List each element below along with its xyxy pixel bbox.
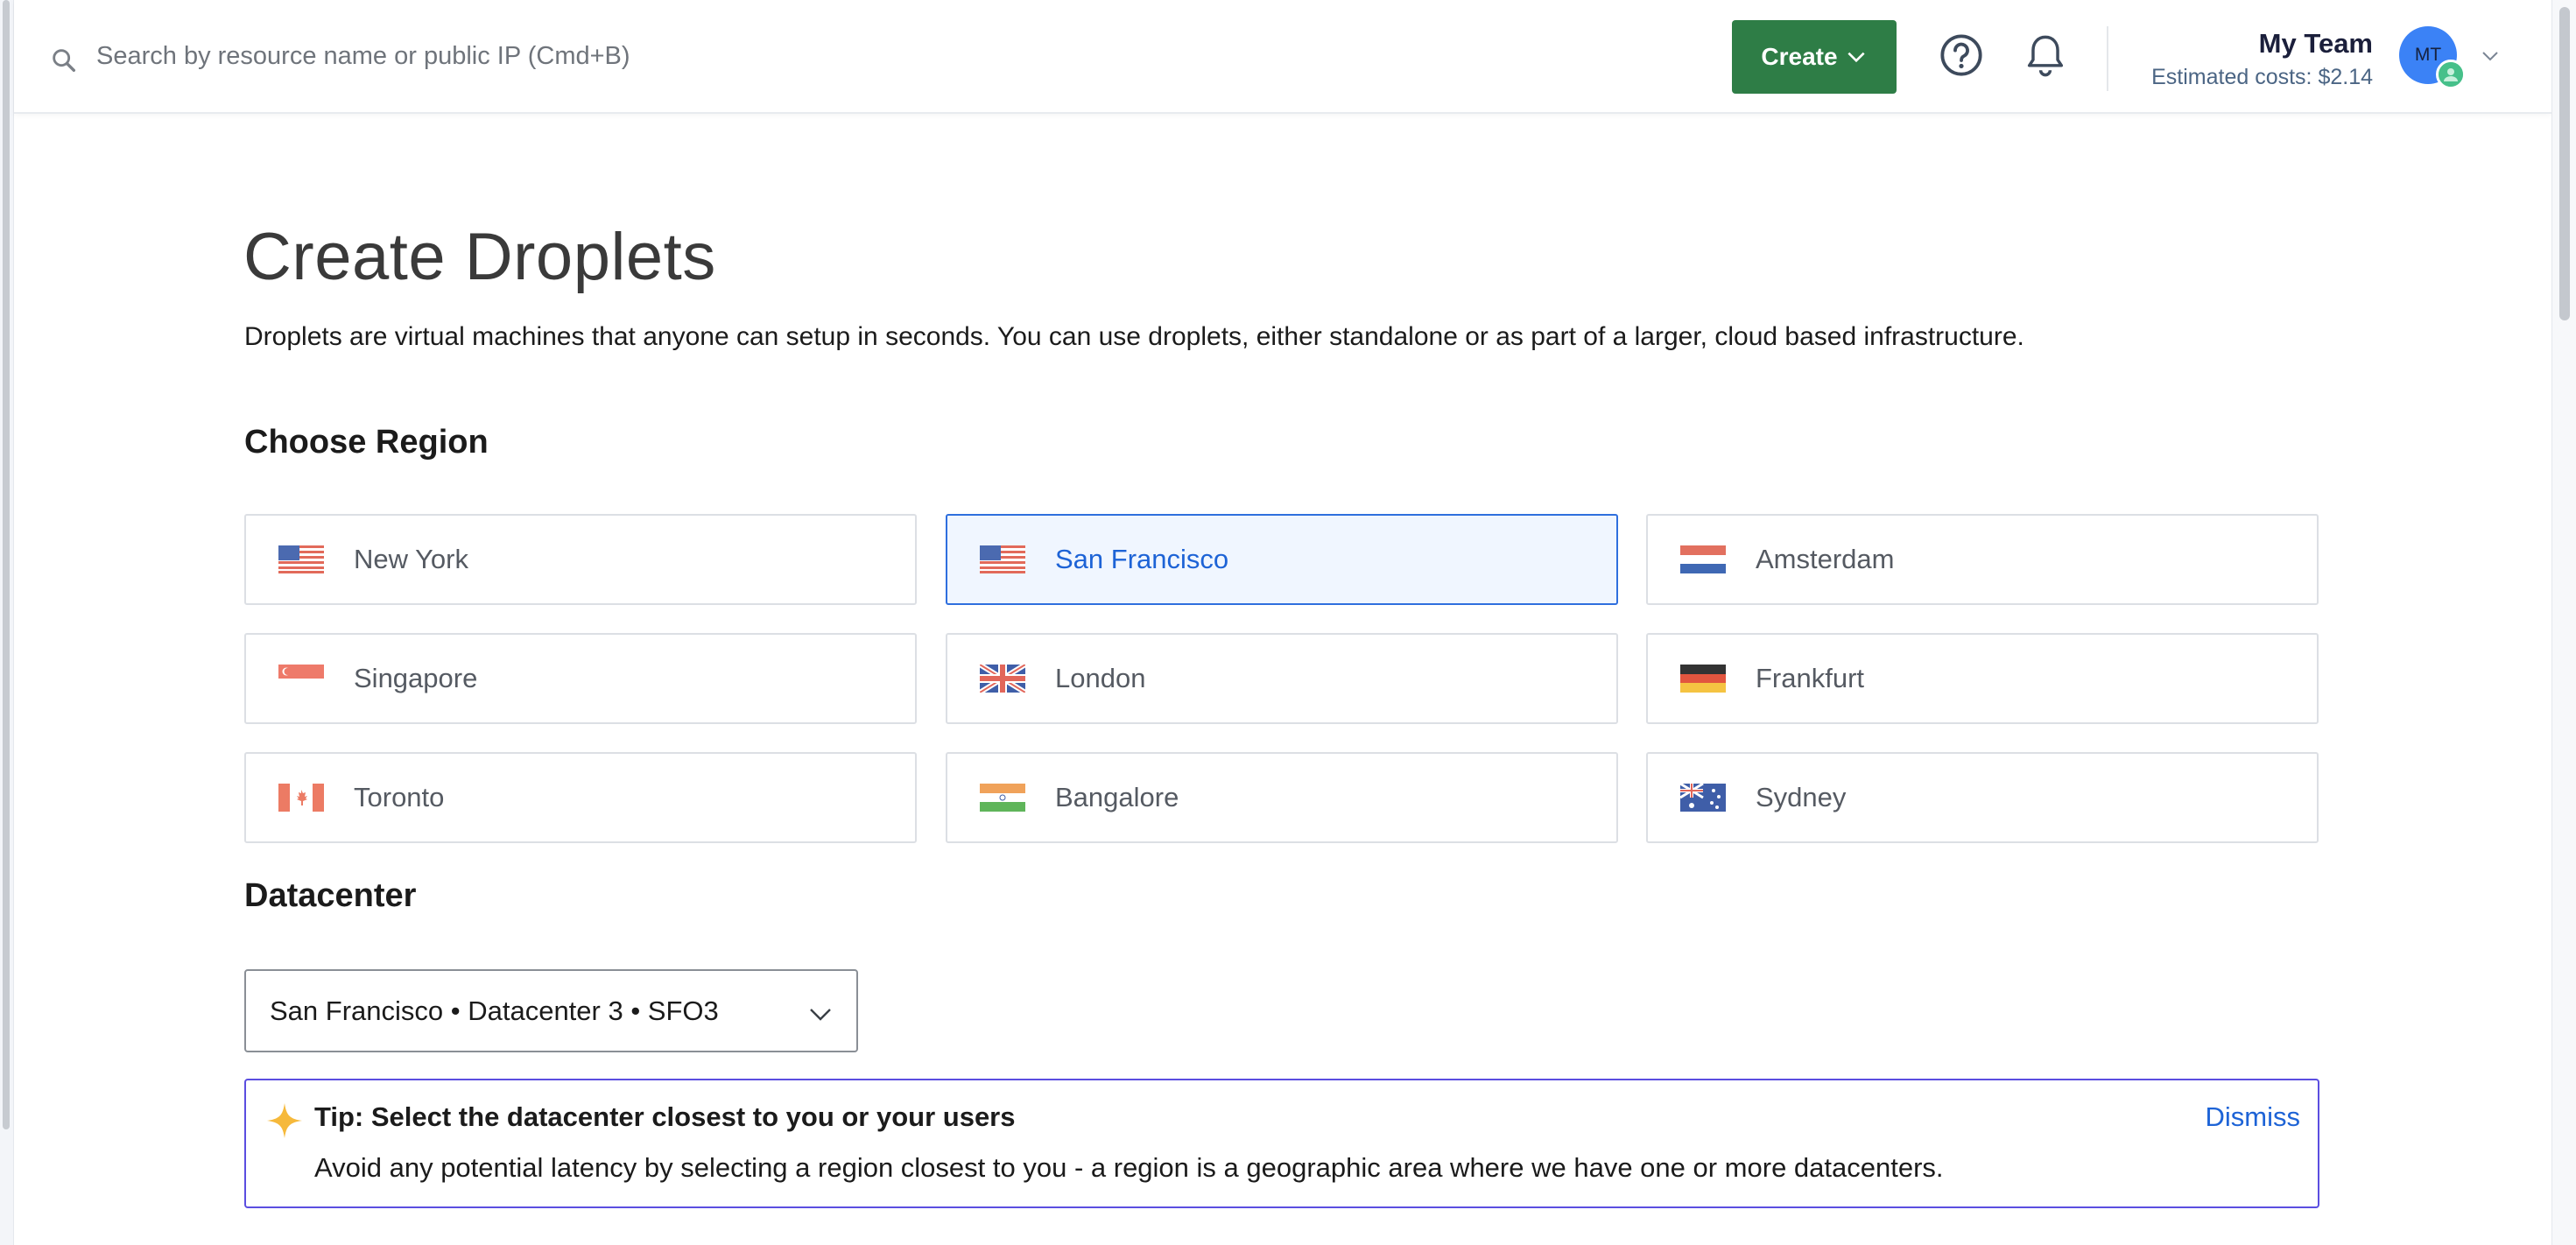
region-sydney[interactable]: Sydney — [1646, 752, 2319, 843]
sparkle-icon — [267, 1103, 302, 1138]
germany-flag-icon — [1680, 665, 1726, 693]
datacenter-select-value: San Francisco • Datacenter 3 • SFO3 — [270, 995, 719, 1026]
region-label: Frankfurt — [1756, 663, 1865, 693]
left-scrollbar-thumb[interactable] — [3, 0, 10, 1129]
estimated-costs: Estimated costs: $2.14 — [2151, 65, 2373, 89]
help-icon[interactable] — [1939, 32, 1984, 78]
region-london[interactable]: London — [946, 633, 1618, 724]
india-flag-icon — [980, 784, 1025, 812]
create-button[interactable]: Create — [1732, 20, 1897, 94]
region-bangalore[interactable]: Bangalore — [946, 752, 1618, 843]
page-description: Droplets are virtual machines that anyon… — [244, 322, 2024, 351]
region-singapore[interactable]: Singapore — [244, 633, 917, 724]
page-title: Create Droplets — [243, 220, 716, 294]
region-label: Amsterdam — [1756, 544, 1895, 574]
account-chevron-down-icon[interactable] — [2480, 46, 2501, 67]
tip-banner: Tip: Select the datacenter closest to yo… — [244, 1079, 2319, 1208]
left-scrollbar[interactable] — [0, 0, 14, 1245]
page-scrollbar-thumb[interactable] — [2559, 7, 2570, 320]
datacenter-select[interactable]: San Francisco • Datacenter 3 • SFO3 — [244, 969, 858, 1052]
region-label: Toronto — [354, 782, 445, 812]
region-amsterdam[interactable]: Amsterdam — [1646, 514, 2319, 605]
region-toronto[interactable]: Toronto — [244, 752, 917, 843]
region-label: Bangalore — [1055, 782, 1179, 812]
region-label: Sydney — [1756, 782, 1847, 812]
region-label: New York — [354, 544, 468, 574]
avatar-initials: MT — [2414, 45, 2442, 65]
region-new-york[interactable]: New York — [244, 514, 917, 605]
avatar-status-badge-icon — [2436, 60, 2466, 89]
chevron-down-icon — [1847, 52, 1865, 63]
notifications-bell-icon[interactable] — [2023, 32, 2068, 80]
region-frankfurt[interactable]: Frankfurt — [1646, 633, 2319, 724]
region-label: London — [1055, 663, 1146, 693]
region-label: San Francisco — [1055, 544, 1229, 574]
search-bar — [49, 33, 1012, 79]
region-label: Singapore — [354, 663, 478, 693]
search-input[interactable] — [95, 40, 883, 72]
datacenter-heading: Datacenter — [244, 877, 417, 914]
choose-region-heading: Choose Region — [244, 424, 489, 461]
us-flag-icon — [278, 545, 324, 573]
us-flag-icon — [980, 545, 1025, 573]
region-san-francisco[interactable]: San Francisco — [946, 514, 1618, 605]
australia-flag-icon — [1680, 784, 1726, 812]
header-divider — [2107, 26, 2108, 91]
tip-title: Tip: Select the datacenter closest to yo… — [314, 1101, 1016, 1132]
tip-body: Avoid any potential latency by selecting… — [314, 1152, 1944, 1183]
team-name[interactable]: My Team — [2124, 28, 2373, 60]
canada-flag-icon — [278, 784, 324, 812]
dismiss-link[interactable]: Dismiss — [2206, 1101, 2301, 1133]
create-button-label: Create — [1761, 43, 1838, 70]
singapore-flag-icon — [278, 665, 324, 693]
chevron-down-icon — [810, 1009, 831, 1021]
uk-flag-icon — [980, 665, 1025, 693]
search-icon — [53, 49, 76, 73]
netherlands-flag-icon — [1680, 545, 1726, 573]
top-bar: Create My Team Estimated costs: $2.14 MT — [14, 0, 2551, 114]
page-scrollbar[interactable] — [2551, 0, 2576, 1245]
